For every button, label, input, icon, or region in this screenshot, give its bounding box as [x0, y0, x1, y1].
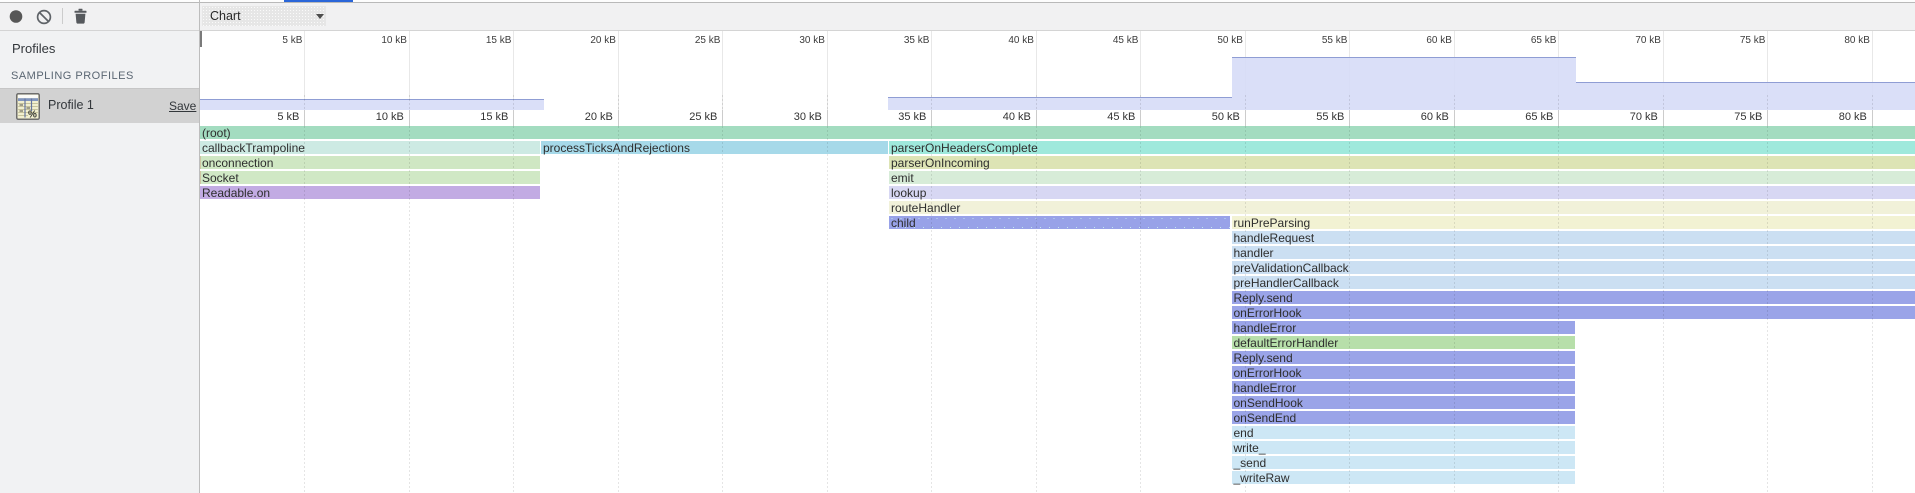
svg-text:%: % — [28, 110, 37, 121]
